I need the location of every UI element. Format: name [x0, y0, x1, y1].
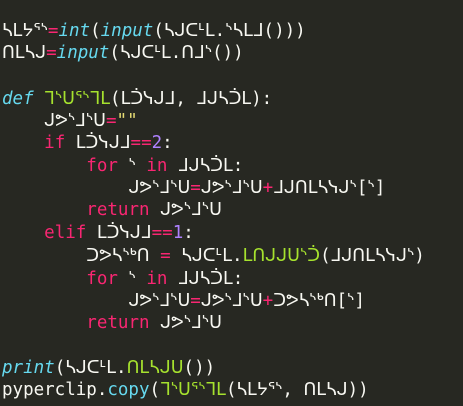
- code-line-11[interactable]: ᑐᕗᓴᔅᒃᑎ = ᓴᒍᑕᒻᒪ.ᒪᑎᒍᒍᑌᔅᑑ(ᒧᒍᑎᒪᓴᓭᒍᔅ): [2, 245, 425, 267]
- argument: ᓴᒍᑕᒻᒪ.ᑎᒧᔅ: [119, 43, 213, 63]
- string-literal: "": [116, 111, 138, 131]
- builtin: print: [2, 358, 55, 378]
- punct: (: [90, 21, 101, 41]
- code-editor[interactable]: ᓴᒪᔭᕐᔅ=int(input(ᓴᒍᑕᒻᒪ.ᔅᓴᒪᒧ())) ᑎᒪᓴᒍ=inpu…: [0, 0, 463, 406]
- def-keyword: def: [2, 89, 34, 109]
- variable: ᔅ: [128, 156, 136, 176]
- argument: ᓴᒍᑕᒻᒪ.ᔅᓴᒪᒧ: [163, 21, 264, 41]
- builtin: input: [56, 43, 110, 63]
- arguments: (ᓴᒪᔭᕐᔅ, ᑎᒪᓴᒍ)): [225, 380, 369, 400]
- variable: ᓴᒪᔭᕐᔅ: [2, 21, 48, 41]
- variable: ᒍᕗᔅᒧᔅᑌ: [128, 291, 191, 311]
- punct: (: [54, 358, 66, 378]
- code-line-5[interactable]: ᒍᕗᔅᒧᔅᑌ="": [2, 110, 138, 132]
- method-call: ᒪᑎᒍᒍᑌᔅᑑ: [242, 246, 321, 266]
- code-line-17[interactable]: pyperclip.copy(ᒣᔅᑌᕐᔅᒣᒪ(ᓴᒪᔭᕐᔅ, ᑎᒪᓴᒍ)): [2, 379, 369, 401]
- code-line-7[interactable]: for ᔅ in ᒧᒍᓴᑑᒪ:: [2, 155, 243, 177]
- iterable: ᒧᒍᓴᑑᒪ:: [177, 269, 244, 289]
- number: 1: [172, 223, 184, 243]
- iterable: ᒧᒍᓴᑑᒪ:: [177, 156, 244, 176]
- variable: ᔅ: [128, 269, 136, 289]
- variable: ᑎᒪᓴᒍ: [2, 43, 47, 63]
- variable: ᒍᕗᔅᒧᔅᑌ: [160, 200, 222, 220]
- punct: :: [183, 223, 194, 243]
- code-line-13[interactable]: ᒍᕗᔅᒧᔅᑌ=ᒍᕗᔅᒧᔅᑌ+ᑐᕗᓴᔅᒃᑎ[ᔅ]: [2, 290, 365, 312]
- code-line-1[interactable]: ᓴᒪᔭᕐᔅ=int(input(ᓴᒍᑕᒻᒪ.ᔅᓴᒪᒧ())): [2, 20, 306, 42]
- function-name: ᒣᔅᑌᕐᔅᒣᒪ: [44, 89, 111, 109]
- operator: =: [190, 291, 201, 311]
- punct: (: [153, 21, 164, 41]
- operator: =: [47, 21, 59, 41]
- operator: =: [160, 246, 171, 266]
- variable: ᒍᕗᔅᒧᔅᑌ: [200, 178, 263, 198]
- variable: ᒪᑑᓭᒍᒧ: [96, 223, 152, 243]
- code-line-2[interactable]: ᑎᒪᓴᒍ=input(ᓴᒍᑕᒻᒪ.ᑎᒧᔅ()): [2, 42, 244, 64]
- module: pyperclip.: [2, 380, 108, 400]
- punct: ())): [263, 21, 306, 41]
- code-line-8[interactable]: ᒍᕗᔅᒧᔅᑌ=ᒍᕗᔅᒧᔅᑌ+ᒧᒍᑎᒪᓴᓭᒍᔅ[ᔅ]: [2, 177, 385, 199]
- variable: ᒍᕗᔅᒧᔅᑌ: [160, 313, 222, 333]
- params: (ᒪᑑᓭᒍᒧ, ᒧᒍᓴᑑᒪ):: [110, 89, 273, 109]
- builtin: input: [100, 21, 154, 41]
- number: 2: [151, 133, 163, 153]
- function-name: ᒣᔅᑌᕐᔅᒣᒪ: [160, 380, 226, 400]
- operator: =: [190, 178, 201, 198]
- code-line-14[interactable]: return ᒍᕗᔅᒧᔅᑌ: [2, 312, 222, 334]
- return-keyword: return: [86, 313, 150, 333]
- operator: ==: [130, 133, 152, 153]
- expression: ᑐᕗᓴᔅᒃᑎ[ᔅ]: [273, 291, 365, 311]
- in-keyword: in: [146, 156, 168, 176]
- variable: ᒍᕗᔅᒧᔅᑌ: [44, 111, 106, 131]
- method-call: copy: [107, 380, 150, 400]
- expression: ᒧᒍᑎᒪᓴᓭᒍᔅ[ᔅ]: [273, 178, 386, 198]
- code-line-10[interactable]: elif ᒪᑑᓭᒍᒧ==1:: [2, 222, 194, 244]
- operator: +: [262, 178, 274, 198]
- variable: ᒪᑑᓭᒍᒧ: [75, 133, 131, 153]
- for-keyword: for: [86, 156, 118, 176]
- punct: ()): [212, 43, 244, 63]
- in-keyword: in: [146, 269, 168, 289]
- operator: ==: [151, 223, 173, 243]
- method-call: ᑎᒪᓴᒍᑌ: [126, 358, 184, 378]
- operator: +: [262, 291, 274, 311]
- punct: (: [109, 43, 120, 63]
- return-keyword: return: [86, 200, 150, 220]
- variable: ᒍᕗᔅᒧᔅᑌ: [128, 178, 191, 198]
- for-keyword: for: [86, 269, 118, 289]
- operator: =: [46, 43, 57, 63]
- arguments: (ᒧᒍᑎᒪᓴᓭᒍᔅ): [320, 246, 425, 266]
- operator: =: [106, 111, 117, 131]
- object: ᓴᒍᑕᒻᒪ.: [65, 358, 127, 378]
- punct: :: [162, 133, 173, 153]
- code-line-9[interactable]: return ᒍᕗᔅᒧᔅᑌ: [2, 199, 222, 221]
- builtin: int: [58, 21, 91, 41]
- code-line-6[interactable]: if ᒪᑑᓭᒍᒧ==2:: [2, 132, 173, 154]
- code-line-12[interactable]: for ᔅ in ᒧᒍᓴᑑᒪ:: [2, 268, 243, 290]
- punct: ()): [183, 358, 216, 378]
- object: ᓴᒍᑕᒻᒪ.: [181, 246, 243, 266]
- variable: ᒍᕗᔅᒧᔅᑌ: [200, 291, 263, 311]
- if-keyword: if: [44, 133, 66, 153]
- punct: (: [149, 380, 161, 400]
- variable: ᑐᕗᓴᔅᒃᑎ: [86, 246, 150, 266]
- elif-keyword: elif: [44, 223, 87, 243]
- code-line-16[interactable]: print(ᓴᒍᑕᒻᒪ.ᑎᒪᓴᒍᑌ()): [2, 357, 215, 379]
- code-line-4[interactable]: def ᒣᔅᑌᕐᔅᒣᒪ(ᒪᑑᓭᒍᒧ, ᒧᒍᓴᑑᒪ):: [2, 88, 272, 110]
